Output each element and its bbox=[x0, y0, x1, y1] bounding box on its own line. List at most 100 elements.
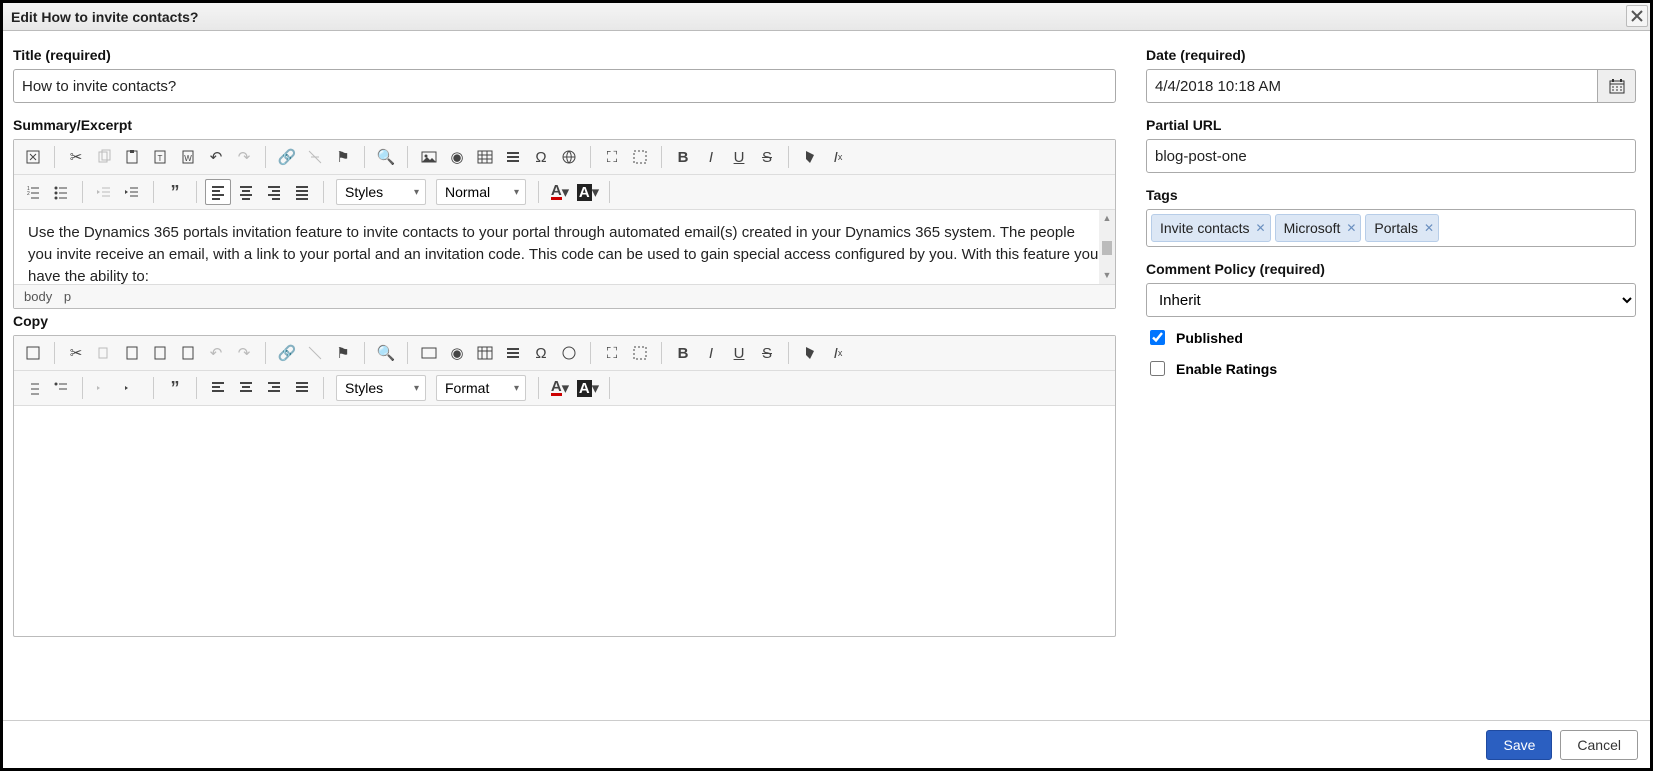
hr-icon[interactable] bbox=[500, 144, 526, 170]
styles-combo[interactable]: Styles bbox=[336, 179, 426, 205]
calendar-button[interactable] bbox=[1597, 69, 1636, 103]
table-icon[interactable] bbox=[472, 340, 498, 366]
copy-editor-body[interactable] bbox=[14, 406, 1115, 636]
redo-icon[interactable]: ↷ bbox=[231, 340, 257, 366]
undo-icon[interactable]: ↶ bbox=[203, 340, 229, 366]
textcolor-icon[interactable]: A▾ bbox=[547, 179, 573, 205]
cut-icon[interactable]: ✂ bbox=[63, 144, 89, 170]
showblocks-icon[interactable] bbox=[627, 144, 653, 170]
paste-text-icon[interactable]: T bbox=[147, 144, 173, 170]
outdent-icon[interactable] bbox=[91, 179, 117, 205]
underline-icon[interactable]: U bbox=[726, 340, 752, 366]
published-checkbox[interactable] bbox=[1150, 330, 1165, 345]
anchor-icon[interactable]: ⚑ bbox=[330, 144, 356, 170]
summary-editor-body[interactable]: Use the Dynamics 365 portals invitation … bbox=[14, 210, 1115, 284]
table-icon[interactable] bbox=[472, 144, 498, 170]
copyformat-icon[interactable] bbox=[797, 340, 823, 366]
paste-icon[interactable] bbox=[119, 144, 145, 170]
align-right-icon[interactable] bbox=[261, 179, 287, 205]
date-input[interactable] bbox=[1146, 69, 1597, 103]
paste-word-icon[interactable]: W bbox=[175, 144, 201, 170]
paste-text-icon[interactable] bbox=[147, 340, 173, 366]
close-button[interactable] bbox=[1626, 5, 1648, 27]
partial-url-input[interactable] bbox=[1146, 139, 1636, 173]
undo-icon[interactable]: ↶ bbox=[203, 144, 229, 170]
bold-icon[interactable]: B bbox=[670, 144, 696, 170]
maximize-icon[interactable]: ⛶ bbox=[599, 340, 625, 366]
strike-icon[interactable]: S bbox=[754, 144, 780, 170]
redo-icon[interactable]: ↷ bbox=[231, 144, 257, 170]
outdent-icon[interactable] bbox=[91, 375, 117, 401]
unlink-icon[interactable] bbox=[302, 144, 328, 170]
removeformat-icon[interactable]: Ix bbox=[825, 144, 851, 170]
summary-text: Use the Dynamics 365 portals invitation … bbox=[28, 224, 1098, 284]
iframe-icon[interactable] bbox=[556, 144, 582, 170]
tag-remove-icon[interactable]: ✕ bbox=[1256, 221, 1266, 235]
format-combo[interactable]: Format bbox=[436, 375, 526, 401]
maximize-icon[interactable]: ⛶ bbox=[599, 144, 625, 170]
showblocks-icon[interactable] bbox=[627, 340, 653, 366]
tag-remove-icon[interactable]: ✕ bbox=[1424, 221, 1434, 235]
source-icon[interactable] bbox=[20, 144, 46, 170]
image-icon[interactable] bbox=[416, 144, 442, 170]
align-right-icon[interactable] bbox=[261, 375, 287, 401]
paste-word-icon[interactable] bbox=[175, 340, 201, 366]
copy-icon[interactable] bbox=[91, 144, 117, 170]
path-p[interactable]: p bbox=[64, 289, 71, 304]
cancel-button[interactable]: Cancel bbox=[1560, 730, 1638, 760]
specialchar-icon[interactable]: Ω bbox=[528, 144, 554, 170]
image-icon[interactable] bbox=[416, 340, 442, 366]
blockquote-icon[interactable]: ” bbox=[162, 179, 188, 205]
tag-remove-icon[interactable]: ✕ bbox=[1346, 221, 1356, 235]
specialchar-icon[interactable]: Ω bbox=[528, 340, 554, 366]
iframe-icon[interactable] bbox=[556, 340, 582, 366]
editor-scrollbar[interactable]: ▲▼ bbox=[1099, 210, 1115, 284]
align-justify-icon[interactable] bbox=[289, 179, 315, 205]
tags-input[interactable]: Invite contacts✕ Microsoft✕ Portals✕ bbox=[1146, 209, 1636, 247]
link-icon[interactable]: 🔗 bbox=[274, 340, 300, 366]
indent-icon[interactable] bbox=[119, 375, 145, 401]
save-button[interactable]: Save bbox=[1486, 730, 1552, 760]
format-combo[interactable]: Normal bbox=[436, 179, 526, 205]
blockquote-icon[interactable]: ” bbox=[162, 375, 188, 401]
hr-icon[interactable] bbox=[500, 340, 526, 366]
title-input[interactable] bbox=[13, 69, 1116, 103]
bulletedlist-icon[interactable] bbox=[48, 179, 74, 205]
align-center-icon[interactable] bbox=[233, 179, 259, 205]
styles-combo[interactable]: Styles bbox=[336, 375, 426, 401]
indent-icon[interactable] bbox=[119, 179, 145, 205]
italic-icon[interactable]: I bbox=[698, 144, 724, 170]
source-icon[interactable] bbox=[20, 340, 46, 366]
paste-icon[interactable] bbox=[119, 340, 145, 366]
comment-policy-select[interactable]: Inherit bbox=[1146, 283, 1636, 317]
numberedlist-icon[interactable] bbox=[20, 375, 46, 401]
copyformat-icon[interactable] bbox=[797, 144, 823, 170]
align-left-icon[interactable] bbox=[205, 179, 231, 205]
bgcolor-icon[interactable]: A▾ bbox=[575, 179, 601, 205]
link-icon[interactable]: 🔗 bbox=[274, 144, 300, 170]
separator bbox=[538, 181, 539, 203]
italic-icon[interactable]: I bbox=[698, 340, 724, 366]
bgcolor-icon[interactable]: A▾ bbox=[575, 375, 601, 401]
underline-icon[interactable]: U bbox=[726, 144, 752, 170]
removeformat-icon[interactable]: Ix bbox=[825, 340, 851, 366]
align-center-icon[interactable] bbox=[233, 375, 259, 401]
bold-icon[interactable]: B bbox=[670, 340, 696, 366]
scroll-area[interactable]: Title (required) Summary/Excerpt ✂ T W ↶… bbox=[3, 31, 1650, 720]
copy-icon[interactable] bbox=[91, 340, 117, 366]
anchor-icon[interactable]: ⚑ bbox=[330, 340, 356, 366]
flash-icon[interactable]: ◉ bbox=[444, 340, 470, 366]
find-icon[interactable]: 🔍 bbox=[373, 144, 399, 170]
flash-icon[interactable]: ◉ bbox=[444, 144, 470, 170]
unlink-icon[interactable] bbox=[302, 340, 328, 366]
bulletedlist-icon[interactable] bbox=[48, 375, 74, 401]
path-body[interactable]: body bbox=[24, 289, 52, 304]
align-justify-icon[interactable] bbox=[289, 375, 315, 401]
textcolor-icon[interactable]: A▾ bbox=[547, 375, 573, 401]
find-icon[interactable]: 🔍 bbox=[373, 340, 399, 366]
strike-icon[interactable]: S bbox=[754, 340, 780, 366]
ratings-checkbox[interactable] bbox=[1150, 361, 1165, 376]
align-left-icon[interactable] bbox=[205, 375, 231, 401]
cut-icon[interactable]: ✂ bbox=[63, 340, 89, 366]
numberedlist-icon[interactable]: 12 bbox=[20, 179, 46, 205]
